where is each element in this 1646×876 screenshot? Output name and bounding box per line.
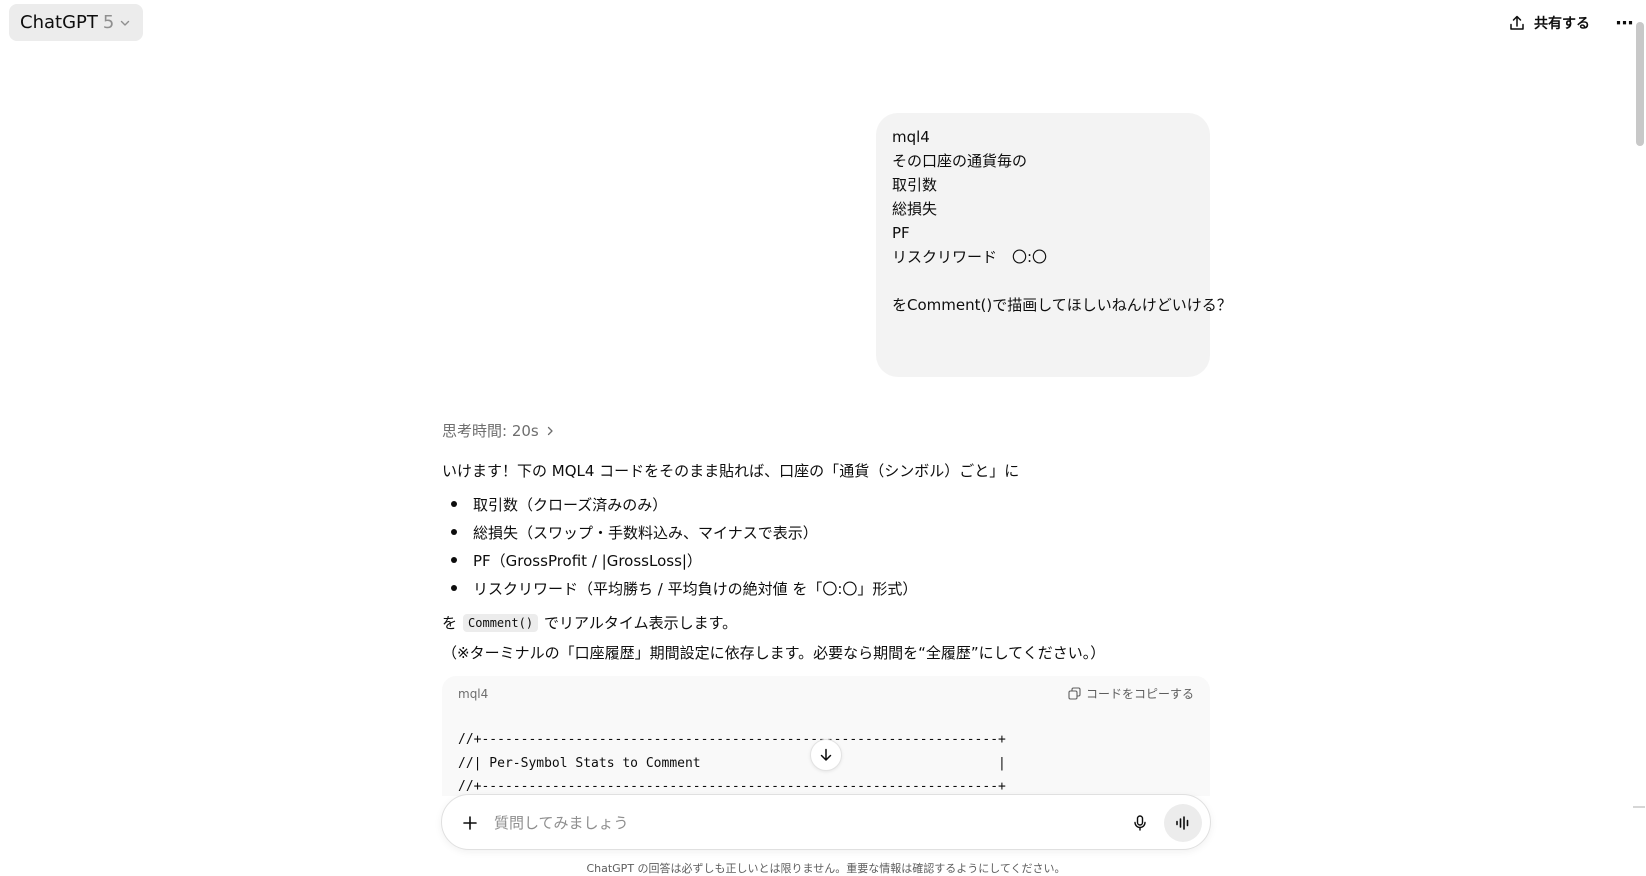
bullet-icon bbox=[451, 557, 457, 563]
user-message-line: mql4 bbox=[892, 128, 930, 146]
user-message-line: PF bbox=[892, 224, 910, 242]
voice-waveform-icon bbox=[1176, 816, 1189, 830]
user-message-line: その口座の通貨毎の bbox=[892, 152, 1028, 170]
scroll-to-bottom-button[interactable] bbox=[810, 739, 842, 771]
after-suffix: でリアルタイム表示します。 bbox=[544, 614, 738, 632]
attach-button[interactable] bbox=[456, 809, 484, 837]
thought-time-toggle[interactable]: 思考時間: 20s bbox=[442, 420, 555, 441]
list-item: リスクリワード（平均勝ち / 平均負けの絶対値 を「〇:〇」形式） bbox=[442, 574, 917, 602]
bullet-icon bbox=[451, 501, 457, 507]
assistant-intro-text: いけます！下の MQL4 コードをそのまま貼れば、口座の「通貨（シンボル）ごと」… bbox=[442, 462, 1020, 480]
voice-mode-button[interactable] bbox=[1164, 804, 1202, 842]
model-switcher-button[interactable]: ChatGPT 5 bbox=[9, 4, 144, 41]
bullet-icon bbox=[451, 529, 457, 535]
code-block: mql4 コードをコピーする //+----------------------… bbox=[442, 676, 1210, 796]
list-item-text: リスクリワード（平均勝ち / 平均負けの絶対値 を「〇:〇」形式） bbox=[473, 579, 918, 598]
copy-code-label: コードをコピーする bbox=[1085, 687, 1194, 701]
list-item: 総損失（スワップ・手数料込み、マイナスで表示） bbox=[442, 518, 917, 546]
plus-icon bbox=[463, 816, 477, 830]
bullet-icon bbox=[451, 585, 457, 591]
copy-code-button[interactable]: コードをコピーする bbox=[1068, 685, 1194, 702]
user-message-line: 取引数 bbox=[892, 176, 938, 194]
share-label: 共有する bbox=[1534, 16, 1590, 32]
thought-time-label: 思考時間: 20s bbox=[442, 422, 539, 440]
message-input[interactable] bbox=[494, 807, 1054, 839]
list-item-text: 取引数（クローズ済みのみ） bbox=[473, 495, 668, 514]
code-line: //+-------------------------------------… bbox=[458, 779, 1006, 794]
model-version: 5 bbox=[102, 12, 115, 33]
after-prefix: を bbox=[442, 614, 458, 632]
list-item-text: PF（GrossProfit / |GrossLoss|） bbox=[473, 551, 702, 570]
more-options-button[interactable]: ⋯ bbox=[1612, 10, 1638, 36]
model-name: ChatGPT bbox=[20, 12, 98, 33]
disclaimer-text: ChatGPT の回答は必ずしも正しいとは限りません。重要な情報は確認するように… bbox=[586, 862, 1066, 875]
assistant-note-text: （※ターミナルの「口座履歴」期間設定に依存します。必要なら期間を“全履歴”にして… bbox=[442, 644, 1106, 662]
assistant-after-text: を Comment() でリアルタイム表示します。 bbox=[442, 612, 737, 633]
user-message-line: リスクリワード 〇:〇 bbox=[892, 248, 1048, 266]
scrollbar-thumb[interactable] bbox=[1636, 22, 1644, 146]
microphone-icon bbox=[1134, 815, 1146, 831]
chevron-down-icon bbox=[121, 20, 130, 26]
list-item-text: 総損失（スワップ・手数料込み、マイナスで表示） bbox=[473, 523, 818, 542]
code-line: //+-------------------------------------… bbox=[458, 732, 1006, 747]
share-icon bbox=[1510, 15, 1524, 30]
user-message-line: をComment()で描画してほしいねんけどいける？ bbox=[892, 296, 1232, 314]
message-composer bbox=[441, 794, 1211, 850]
list-item: 取引数（クローズ済みのみ） bbox=[442, 490, 917, 518]
user-message-line bbox=[892, 269, 1194, 293]
user-message-bubble: mql4 その口座の通貨毎の 取引数 総損失 PF リスクリワード 〇:〇 をC… bbox=[876, 113, 1232, 377]
share-button[interactable]: 共有する bbox=[1508, 10, 1590, 36]
code-language-label: mql4 bbox=[458, 687, 489, 701]
more-icon: ⋯ bbox=[1615, 12, 1635, 34]
list-item: PF（GrossProfit / |GrossLoss|） bbox=[442, 546, 917, 574]
code-content: //+-------------------------------------… bbox=[458, 728, 1006, 796]
scrollbar-track-end bbox=[1633, 806, 1645, 808]
code-line: //| Per-Symbol Stats to Comment | bbox=[458, 755, 1006, 771]
user-message-line: 総損失 bbox=[892, 200, 938, 218]
inline-code: Comment() bbox=[463, 613, 539, 632]
assistant-bullet-list: 取引数（クローズ済みのみ） 総損失（スワップ・手数料込み、マイナスで表示） PF… bbox=[442, 490, 917, 602]
copy-icon bbox=[1068, 687, 1081, 700]
dictation-button[interactable] bbox=[1126, 809, 1154, 837]
chat-app: ChatGPT 5 共有する ⋯ mql4 その口座の通貨毎の 取引数 総損失 … bbox=[0, 0, 1646, 876]
arrow-down-icon bbox=[820, 748, 832, 761]
chevron-right-icon bbox=[547, 426, 553, 435]
